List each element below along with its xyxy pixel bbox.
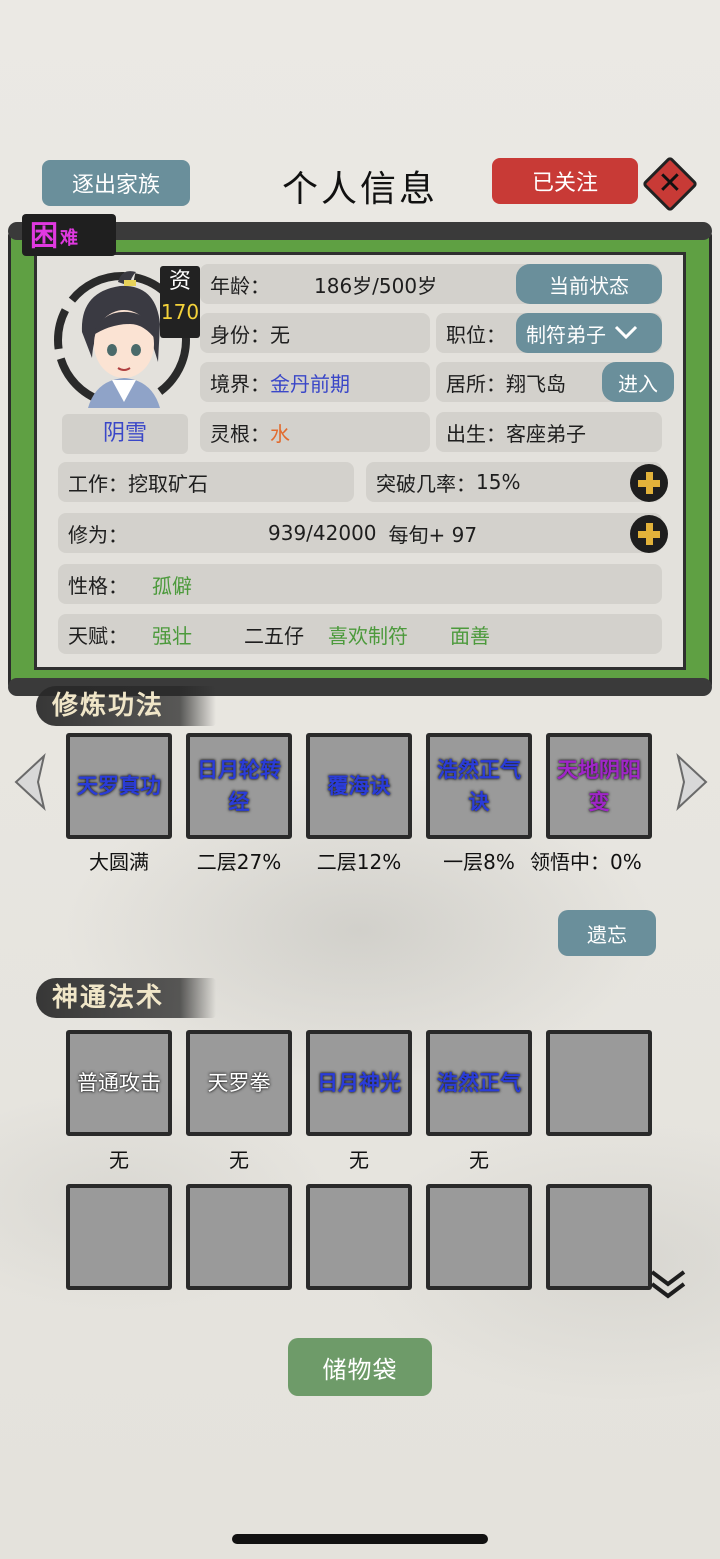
realm-field: 境界： 金丹前期: [200, 362, 430, 402]
position-value: 制符弟子: [526, 322, 606, 347]
talent-item[interactable]: 喜欢制符: [328, 620, 408, 649]
personality-label: 性格：: [68, 573, 128, 598]
aptitude-badge: 资 170: [160, 266, 200, 338]
spirit-root-label: 灵根：: [210, 421, 270, 446]
spell-slot[interactable]: 日月神光: [306, 1030, 412, 1136]
spell-level: 无: [109, 1148, 129, 1172]
status-tag: 困 难: [22, 214, 116, 256]
close-icon: ✕: [657, 166, 683, 201]
cultivation-plus-icon[interactable]: [630, 515, 668, 553]
age-label: 年龄：: [210, 273, 270, 298]
personality-value: 孤僻: [152, 573, 192, 598]
technique-slot[interactable]: 天地阴阳变: [546, 733, 652, 839]
home-indicator[interactable]: [232, 1534, 488, 1544]
personality-field: 性格： 孤僻: [58, 564, 662, 604]
identity-value: 无: [270, 322, 290, 347]
enter-residence-button[interactable]: 进入: [602, 362, 674, 402]
talent-field: 天赋： 强壮 二五仔 喜欢制符 面善: [58, 614, 662, 654]
work-value: 挖取矿石: [128, 471, 208, 496]
spell-slot[interactable]: 浩然正气: [426, 1030, 532, 1136]
storage-bag-button[interactable]: 储物袋: [288, 1338, 432, 1396]
identity-field: 身份： 无: [200, 313, 430, 353]
work-label: 工作：: [68, 471, 128, 496]
spell-level: 无: [349, 1148, 369, 1172]
empty-spell-slot[interactable]: [546, 1030, 652, 1136]
spell-level: 无: [469, 1148, 489, 1172]
chevron-left-icon[interactable]: [10, 752, 50, 812]
character-name: 阴雪: [62, 414, 188, 454]
talent-item[interactable]: 面善: [450, 620, 490, 649]
birth-label: 出生：: [446, 421, 506, 446]
realm-value: 金丹前期: [270, 371, 350, 396]
position-label: 职位：: [446, 322, 506, 347]
technique-progress: 二层12%: [316, 850, 402, 874]
chevron-down-icon: [614, 321, 638, 345]
work-field: 工作： 挖取矿石: [58, 462, 354, 502]
position-dropdown[interactable]: 制符弟子: [516, 313, 662, 353]
breakthrough-value: 15%: [476, 470, 521, 494]
close-button[interactable]: ✕: [641, 155, 699, 213]
birth-field: 出生： 客座弟子: [436, 412, 662, 452]
cultivation-rate: 每旬+ 97: [388, 522, 478, 547]
empty-spell-slot[interactable]: [426, 1184, 532, 1290]
breakthrough-field: 突破几率： 15%: [366, 462, 662, 502]
aptitude-label: 资: [168, 269, 191, 294]
identity-label: 身份：: [210, 322, 270, 347]
cultivation-value: 939/42000: [268, 521, 377, 545]
spirit-root-field: 灵根： 水: [200, 412, 430, 452]
empty-spell-slot[interactable]: [546, 1184, 652, 1290]
cultivation-label: 修为：: [68, 522, 128, 547]
technique-slot[interactable]: 天罗真功: [66, 733, 172, 839]
talent-item[interactable]: 强壮: [152, 620, 192, 649]
spell-slot[interactable]: 天罗拳: [186, 1030, 292, 1136]
empty-spell-slot[interactable]: [186, 1184, 292, 1290]
technique-slot[interactable]: 浩然正气诀: [426, 733, 532, 839]
status-tag-main: 困: [30, 219, 59, 252]
current-state-button[interactable]: 当前状态: [516, 264, 662, 304]
double-chevron-down-icon[interactable]: [648, 1266, 688, 1306]
technique-progress: 二层27%: [196, 850, 282, 874]
forget-button[interactable]: 遗忘: [558, 910, 656, 956]
technique-slot[interactable]: 日月轮转经: [186, 733, 292, 839]
aptitude-value: 170: [160, 300, 200, 324]
breakthrough-plus-icon[interactable]: [630, 464, 668, 502]
birth-value: 客座弟子: [506, 421, 586, 446]
spell-slot[interactable]: 普通攻击: [66, 1030, 172, 1136]
status-tag-sub: 难: [60, 228, 79, 249]
technique-progress: 领悟中：0%: [530, 850, 642, 874]
cultivation-field: 修为： 939/42000 每旬+ 97: [58, 513, 662, 553]
empty-spell-slot[interactable]: [66, 1184, 172, 1290]
residence-value: 翔飞岛: [506, 371, 566, 396]
chevron-right-icon[interactable]: [672, 752, 712, 812]
talent-item[interactable]: 二五仔: [244, 620, 304, 649]
spirit-root-value: 水: [270, 421, 290, 446]
technique-slot[interactable]: 覆海诀: [306, 733, 412, 839]
breakthrough-label: 突破几率：: [376, 471, 476, 496]
empty-spell-slot[interactable]: [306, 1184, 412, 1290]
age-value: 186岁/500岁: [314, 273, 438, 298]
residence-label: 居所：: [446, 371, 506, 396]
followed-button[interactable]: 已关注: [492, 158, 638, 204]
techniques-heading: 修炼功法: [36, 686, 216, 726]
talent-label: 天赋：: [68, 623, 128, 648]
technique-progress: 大圆满: [89, 850, 149, 874]
spell-level: 无: [229, 1148, 249, 1172]
spells-heading: 神通法术: [36, 978, 216, 1018]
realm-label: 境界：: [210, 371, 270, 396]
technique-progress: 一层8%: [443, 850, 515, 874]
